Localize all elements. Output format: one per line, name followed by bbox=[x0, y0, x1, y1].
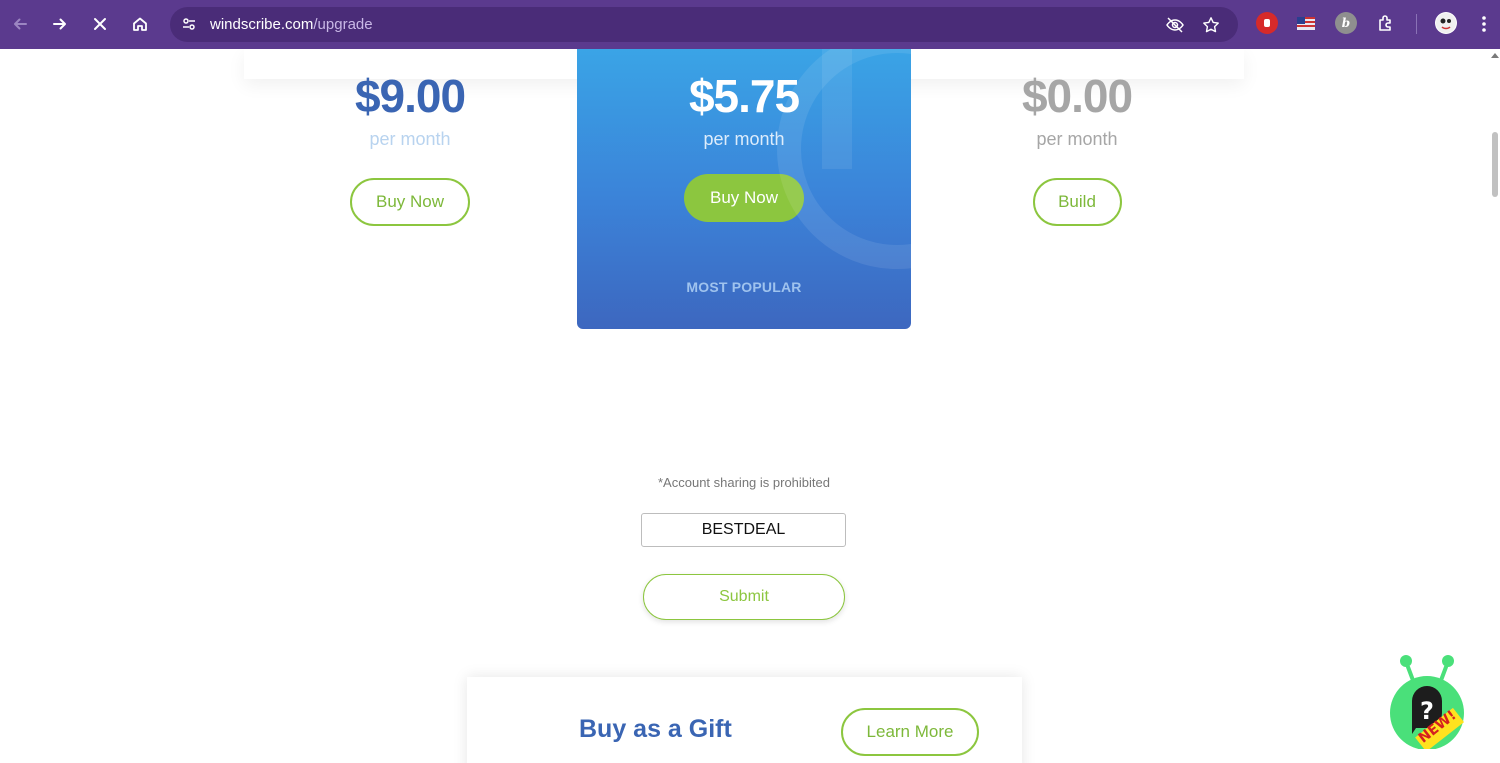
gift-card: Buy as a Gift Learn More bbox=[467, 677, 1022, 763]
build-button[interactable]: Build bbox=[1032, 178, 1122, 226]
plan-price: $9.00 bbox=[354, 70, 466, 122]
url-path: /upgrade bbox=[313, 16, 373, 33]
more-vertical-icon bbox=[1482, 16, 1486, 32]
site-info-button[interactable] bbox=[178, 13, 200, 35]
eye-off-icon bbox=[1166, 17, 1184, 33]
tracking-protection-button[interactable] bbox=[1164, 14, 1186, 36]
hand-stop-icon bbox=[1264, 19, 1270, 27]
bookmark-button[interactable] bbox=[1200, 14, 1222, 36]
scroll-thumb[interactable] bbox=[1492, 132, 1498, 197]
decorative-logo-bar bbox=[822, 49, 852, 169]
plan-period: per month bbox=[369, 129, 451, 149]
arrow-left-icon bbox=[14, 18, 27, 30]
home-icon bbox=[133, 17, 147, 31]
plan-price: $0.00 bbox=[1021, 70, 1133, 122]
ext-bing[interactable]: b bbox=[1335, 12, 1357, 34]
plan-monthly: $9.00 per month Buy Now bbox=[310, 69, 510, 226]
stop-loading-button[interactable] bbox=[86, 10, 114, 38]
scroll-up-arrow[interactable] bbox=[1491, 53, 1499, 58]
page-scrollbar[interactable] bbox=[1490, 49, 1500, 763]
url-text[interactable]: windscribe.com/upgrade bbox=[210, 7, 373, 42]
buy-now-button[interactable]: Buy Now bbox=[350, 178, 470, 226]
extensions-button[interactable] bbox=[1375, 12, 1397, 34]
plan-period: per month bbox=[1036, 129, 1118, 149]
gift-title: Buy as a Gift bbox=[579, 715, 732, 743]
learn-more-button[interactable]: Learn More bbox=[841, 708, 979, 756]
browser-menu-button[interactable] bbox=[1470, 10, 1498, 38]
star-icon bbox=[1203, 17, 1219, 33]
close-icon bbox=[94, 18, 106, 30]
tune-icon bbox=[183, 18, 195, 30]
address-bar[interactable]: windscribe.com/upgrade bbox=[170, 7, 1238, 42]
avatar-icon bbox=[1436, 13, 1456, 33]
toolbar-divider bbox=[1416, 14, 1417, 34]
arrow-right-icon bbox=[53, 18, 66, 30]
most-popular-badge: MOST POPULAR bbox=[686, 279, 802, 295]
account-sharing-notice: *Account sharing is prohibited bbox=[658, 475, 830, 490]
home-button[interactable] bbox=[126, 10, 154, 38]
help-widget[interactable]: ? NEW! bbox=[1388, 649, 1468, 752]
page-content: $9.00 per month Buy Now $5.75 per month … bbox=[0, 49, 1500, 763]
profile-avatar[interactable] bbox=[1435, 12, 1457, 34]
plan-yearly: $5.75 per month Buy Now MOST POPULAR bbox=[577, 49, 911, 329]
ext-adblock[interactable] bbox=[1256, 12, 1278, 34]
promo-code-input[interactable]: BESTDEAL bbox=[641, 513, 846, 547]
us-flag-icon bbox=[1297, 16, 1315, 30]
url-host: windscribe.com bbox=[210, 16, 314, 33]
forward-button[interactable] bbox=[46, 10, 74, 38]
puzzle-icon bbox=[1379, 15, 1391, 31]
back-button[interactable] bbox=[6, 10, 34, 38]
ext-flag[interactable] bbox=[1295, 12, 1317, 34]
plan-build: $0.00 per month Build bbox=[977, 69, 1177, 226]
submit-button[interactable]: Submit bbox=[643, 574, 845, 620]
browser-toolbar: windscribe.com/upgrade b bbox=[0, 0, 1500, 49]
b-letter-icon: b bbox=[1341, 16, 1351, 30]
